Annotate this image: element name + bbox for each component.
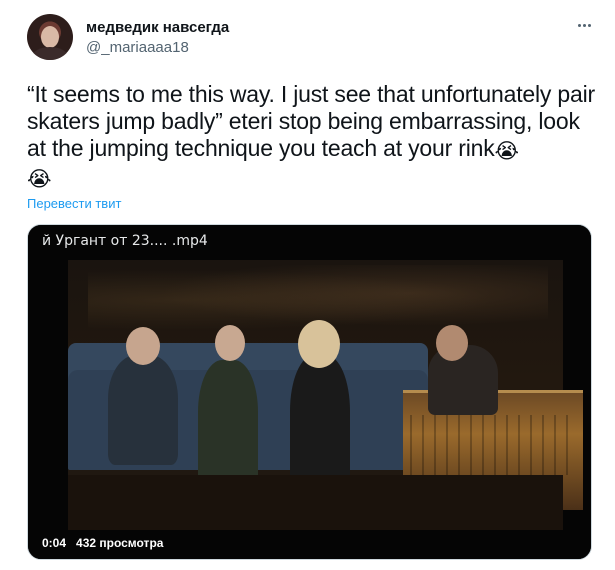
avatar-face xyxy=(41,26,59,48)
video-meta: 0:04 432 просмотра xyxy=(42,536,163,550)
guest-3-body xyxy=(290,355,350,495)
more-horizontal-icon[interactable] xyxy=(573,16,595,34)
video-frame xyxy=(28,225,591,559)
guest-2-body xyxy=(198,360,258,490)
studio-floor xyxy=(68,475,563,530)
guest-3-head xyxy=(298,320,340,368)
author-handle[interactable]: @_mariaaaa18 xyxy=(86,39,189,56)
avatar-shoulders xyxy=(32,47,68,60)
author-display-name[interactable]: медведик навсегда xyxy=(86,19,229,36)
video-player[interactable]: й Ургант от 23.... .mp4 0:04 432 просмотр… xyxy=(27,224,592,560)
loudly-crying-face-icon: 😭 xyxy=(27,168,52,191)
guest-1-head xyxy=(126,327,160,365)
translate-tweet-link[interactable]: Перевести твит xyxy=(27,196,121,211)
video-title: й Ургант от 23.... .mp4 xyxy=(42,233,208,249)
tweet-header: медведик навсегда @_mariaaaa18 xyxy=(27,14,595,60)
video-timestamp: 0:04 xyxy=(42,536,67,550)
desk-panel xyxy=(410,415,576,475)
tweet-text-block: “It seems to me this way. I just see tha… xyxy=(27,81,597,191)
guest-1-body xyxy=(108,355,178,465)
guest-2-head xyxy=(215,325,245,361)
loudly-crying-face-icon: 😭 xyxy=(494,140,520,163)
avatar[interactable] xyxy=(27,14,73,60)
tweet-card: медведик навсегда @_mariaaaa18 “It seems… xyxy=(0,0,615,570)
video-view-count: 432 просмотра xyxy=(76,536,164,550)
host-head xyxy=(436,325,468,361)
